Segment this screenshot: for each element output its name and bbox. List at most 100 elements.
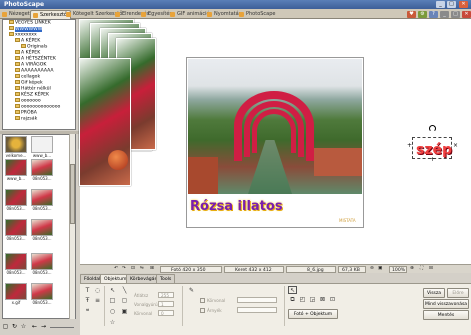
rotate-handle-icon[interactable] [429,125,436,132]
redo-button[interactable]: Előre [447,288,469,298]
folder-icon [15,116,20,120]
photo-size-box: Fotó 420 x 350 [160,266,222,273]
fullscreen-icon[interactable]: ⛶ [420,265,423,273]
window-title: PhotoScape [4,1,45,8]
tab-photoscape[interactable]: PhotoScape [237,10,279,19]
thumbnail-image [5,219,27,236]
toolbar-mini-icon[interactable]: _ [440,11,449,18]
zoom-out-icon[interactable]: ⊖ [370,265,374,273]
toolbar-max-icon[interactable]: □ [451,11,460,18]
actual-size-icon[interactable]: ▣ [378,265,382,273]
flip-icon[interactable]: ⇋ [140,265,144,273]
thumbnail-image [31,189,53,206]
zoom-box[interactable]: 100% [389,266,407,273]
layer-up-icon[interactable]: ◰ [298,296,307,304]
tab-tools[interactable]: Tools [156,274,176,283]
pen-icon[interactable]: ✎ [187,287,196,295]
status-bar: ↶ ↷ ⊡ ⇋ ⊞ Fotó 420 x 350 Keret 432 x 412… [80,264,471,273]
resize-handle-icon[interactable]: + [407,142,412,149]
thumbnail[interactable]: 08n053... [5,253,27,275]
brick-wall [314,148,362,176]
thumbnail[interactable]: 08n053... [5,219,27,241]
line-width-label: Vonalgyúrú [134,302,158,307]
thumbnail[interactable]: x.gif [5,283,27,305]
folder-icon [15,38,20,42]
toolbar-close-icon[interactable]: ✕ [462,11,471,18]
folder-icon [21,44,26,48]
thumbnail[interactable]: velkome... [5,136,27,158]
quote-icon[interactable]: ❝ [83,308,92,316]
scrollbar-thumb[interactable] [70,164,75,224]
photo-object-button[interactable]: Fotó + Objektum [288,309,338,319]
divider [104,286,105,326]
toolbar-heart-icon[interactable]: ♥ [407,11,416,18]
maximize-button[interactable]: □ [447,1,456,8]
thumbnail[interactable]: 08n053... [31,189,53,211]
thumbnail-grid[interactable]: velkome... www_b... www_b... 08n053... 0… [2,134,76,319]
thumbnail[interactable]: www_b... [5,159,27,181]
size-slider[interactable] [50,327,74,328]
folder-open-icon[interactable]: ▢ [2,323,9,330]
lock-icon[interactable]: ⊡ [328,296,337,304]
outline-checkbox[interactable] [200,298,205,303]
shadow-dropdown[interactable] [237,307,277,313]
thumbnail[interactable]: 08n053... [5,189,27,211]
caption-text[interactable]: Rózsa illatos [190,199,283,214]
layer-down-icon[interactable]: ◲ [308,296,317,304]
crop-icon[interactable]: ⊞ [150,265,154,273]
toolbar-help-icon[interactable]: ? [429,11,438,18]
rotate-right-icon[interactable]: ↷ [122,265,126,273]
ellipse-tool-icon[interactable]: ○ [108,308,117,316]
outline-field[interactable]: 0 [158,310,174,316]
toolbar-settings-icon[interactable]: ⚙ [418,11,427,18]
copy-icon[interactable]: ⧉ [288,296,297,304]
thumbnail[interactable]: 08n053... [31,159,53,181]
thumbnail-image [31,283,53,300]
select-tool-icon[interactable]: ↖ [108,287,117,295]
forward-icon[interactable]: → [40,323,47,330]
line-tool-icon[interactable]: ╲ [120,287,129,295]
text-align-icon[interactable]: ≡ [93,297,102,305]
undo-all-button[interactable]: Mind visszavonása [423,299,469,309]
speech-balloon-icon[interactable]: ◌ [93,287,102,295]
close-button[interactable]: ✕ [459,1,468,8]
thumbnail[interactable]: 08n053... [31,253,53,275]
view-icon[interactable]: ⊟ [429,265,433,273]
pointer-tool-icon[interactable]: ↖ [288,286,297,294]
line-width-field[interactable]: 1 [158,301,174,307]
text-tool-icon[interactable]: T [83,287,92,295]
folder-icon [9,20,14,24]
folder-tree[interactable]: VEGYES LINKEK WWWWWW xxxxxxxx A KÉPEK Or… [2,19,76,130]
outline-dropdown[interactable] [237,297,277,303]
save-button[interactable]: Mentés [423,310,469,320]
thumbnail-scrollbar[interactable] [69,134,75,319]
back-icon[interactable]: ← [31,323,38,330]
rotate-left-icon[interactable]: ↶ [114,265,118,273]
folder-node[interactable]: rajzsák [15,116,37,122]
rectangle-tool-icon[interactable]: □ [108,297,117,305]
combine-icon [141,12,146,17]
star-shape-icon[interactable]: ☆ [108,319,117,327]
thumbnail-image [5,159,27,176]
minimize-button[interactable]: _ [436,1,445,8]
opacity-field[interactable]: 255 [158,292,174,298]
thumbnail[interactable]: 08n053... [31,283,53,305]
image-object-icon[interactable]: ▣ [120,308,129,316]
delete-icon[interactable]: ⊠ [318,296,327,304]
viewer-icon [2,12,7,17]
zoom-in-icon[interactable]: ⊕ [410,265,414,273]
close-handle-icon[interactable]: × [453,142,458,149]
resize-handle-icon[interactable]: + [430,156,435,163]
fit-icon[interactable]: ⊡ [131,265,135,273]
rounded-rect-tool-icon[interactable]: ▢ [120,297,129,305]
refresh-icon[interactable]: ↻ [11,323,18,330]
undo-button[interactable]: Vissza [423,288,445,298]
folder-icon [9,26,14,30]
shadow-checkbox[interactable] [200,308,205,313]
folder-icon [15,80,20,84]
object-panel: T ◌ Ŧ ≡ ❝ ↖ ╲ □ ▢ ○ ▣ ☆ Átlátsz 255 Vona… [80,283,471,335]
thumbnail[interactable]: www_b... [31,136,53,158]
star-icon[interactable]: ☆ [20,323,27,330]
text-box-icon[interactable]: Ŧ [83,297,92,305]
thumbnail[interactable]: 08n053... [31,219,53,241]
